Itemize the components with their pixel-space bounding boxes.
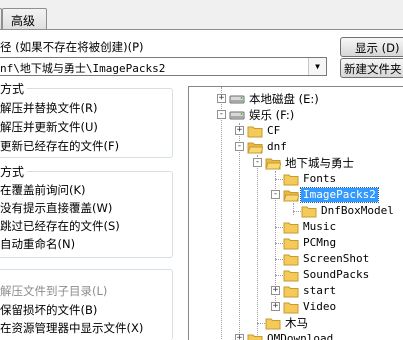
tree-node-label: 木马 [285, 316, 308, 330]
folder-icon [301, 206, 317, 218]
tree-node-screenshot[interactable]: ScreenShot [189, 251, 403, 267]
folder-open-icon [265, 158, 281, 170]
option-show-in-explorer[interactable]: 在资源管理器中显示文件(X) [0, 320, 143, 336]
tab-advanced-label: 高级 [11, 14, 36, 28]
option-fresh-existing[interactable]: 更新已经存在的文件(F) [0, 138, 119, 154]
tree-node-music[interactable]: Music [189, 219, 403, 235]
option-extract-update[interactable]: 解压并更新文件(U) [0, 119, 98, 135]
tree-line [275, 227, 283, 228]
folder-icon [283, 270, 299, 282]
tree-node-trojan[interactable]: 木马 [189, 315, 403, 331]
overwrite-mode-title: 方式 [0, 163, 28, 180]
tree-node-drive-f[interactable]: - 娱乐 (F:) [189, 107, 403, 123]
show-button-label: 显示 (D) [355, 41, 400, 55]
tree-node-label: start [303, 284, 337, 297]
tree-line [275, 275, 283, 276]
collapse-icon[interactable]: - [217, 110, 226, 119]
tree-node-video[interactable]: + Video [189, 299, 403, 315]
collapse-icon[interactable]: - [253, 158, 262, 167]
tree-node-dnf[interactable]: - dnf [189, 139, 403, 155]
folder-icon [247, 334, 263, 340]
tree-node-label: Fonts [303, 172, 337, 185]
option-extract-to-subfolders[interactable]: 解压文件到子目录(L) [0, 283, 107, 299]
folder-icon [283, 286, 299, 298]
tree-node-label: Music [303, 220, 337, 233]
tree-node-label: SoundPacks [303, 268, 370, 281]
option-keep-broken-files[interactable]: 保留损坏的文件(B) [0, 302, 97, 318]
folder-icon [283, 302, 299, 314]
target-path-combobox[interactable]: nf\地下城与勇士\ImagePacks2 ▼ [0, 57, 327, 76]
folder-icon [265, 318, 281, 330]
collapse-icon[interactable]: - [271, 190, 280, 199]
tree-line [275, 179, 283, 180]
new-folder-button[interactable]: 新建文件夹 [340, 58, 403, 78]
target-path-label: 径 (如果不存在将被创建)(P) [0, 40, 144, 54]
option-auto-rename[interactable]: 自动重命名(N) [0, 236, 75, 252]
folder-icon [283, 222, 299, 234]
tree-node-label: 娱乐 (F:) [249, 108, 295, 122]
tree-node-label: 本地磁盘 (E:) [249, 92, 319, 106]
tree-node-cf[interactable]: + CF [189, 123, 403, 139]
tree-node-label-selected: ImagePacks2 [300, 187, 379, 203]
folder-open-icon [247, 142, 263, 154]
tree-node-label: ScreenShot [303, 252, 370, 265]
tree-node-label: DnfBoxModel [321, 204, 394, 217]
tree-node-dungeon-fighter[interactable]: - 地下城与勇士 [189, 155, 403, 171]
collapse-icon[interactable]: - [235, 142, 244, 151]
expand-icon[interactable]: + [235, 126, 244, 135]
folder-icon [283, 238, 299, 250]
expand-icon[interactable]: + [271, 302, 280, 311]
tree-node-pcmng[interactable]: PCMng [189, 235, 403, 251]
new-folder-button-label: 新建文件夹 [344, 62, 402, 76]
folder-icon [247, 126, 263, 138]
tree-node-label: CF [267, 124, 281, 137]
tree-node-soundpacks[interactable]: SoundPacks [189, 267, 403, 283]
tree-line [293, 211, 301, 212]
option-overwrite-without-prompt[interactable]: 没有提示直接覆盖(W) [0, 200, 112, 216]
tab-advanced[interactable]: 高级 [2, 8, 47, 30]
folder-tree[interactable]: + 本地磁盘 (E:) - 娱乐 (F:) + CF - dnf - 地下城与勇… [188, 86, 403, 340]
tree-node-drive-e[interactable]: + 本地磁盘 (E:) [189, 91, 403, 107]
option-extract-replace[interactable]: 解压并替换文件(R) [0, 100, 97, 116]
tree-node-imagepacks2[interactable]: - ImagePacks2 [189, 187, 403, 203]
target-path-value: nf\地下城与勇士\ImagePacks2 [0, 62, 166, 75]
tree-node-label: 地下城与勇士 [285, 156, 354, 170]
folder-open-icon [283, 190, 299, 202]
folder-icon [283, 174, 299, 186]
option-skip-existing[interactable]: 跳过已经存在的文件(S) [0, 218, 120, 234]
option-ask-before-overwrite[interactable]: 在覆盖前询问(K) [0, 182, 86, 198]
show-button[interactable]: 显示 (D) [340, 37, 403, 57]
tree-node-label: PCMng [303, 236, 337, 249]
folder-icon [283, 254, 299, 266]
tab-strip: 高级 [0, 0, 403, 30]
tree-node-fonts[interactable]: Fonts [189, 171, 403, 187]
tree-node-dnfboxmodel[interactable]: DnfBoxModel [189, 203, 403, 219]
tree-line [257, 323, 265, 324]
expand-icon[interactable]: + [217, 94, 226, 103]
tree-node-qmdownload[interactable]: + QMDownload [189, 331, 403, 340]
tree-line [275, 259, 283, 260]
tree-node-label: Video [303, 300, 337, 313]
expand-icon[interactable]: + [235, 334, 244, 340]
tree-node-label: dnf [267, 140, 287, 153]
chevron-down-icon[interactable]: ▼ [308, 58, 326, 75]
tree-node-start[interactable]: + start [189, 283, 403, 299]
tree-node-label: QMDownload [267, 332, 334, 340]
drive-icon [229, 95, 245, 104]
drive-icon [229, 111, 245, 120]
expand-icon[interactable]: + [271, 286, 280, 295]
update-mode-title: 方式 [0, 80, 28, 97]
tree-line [275, 243, 283, 244]
